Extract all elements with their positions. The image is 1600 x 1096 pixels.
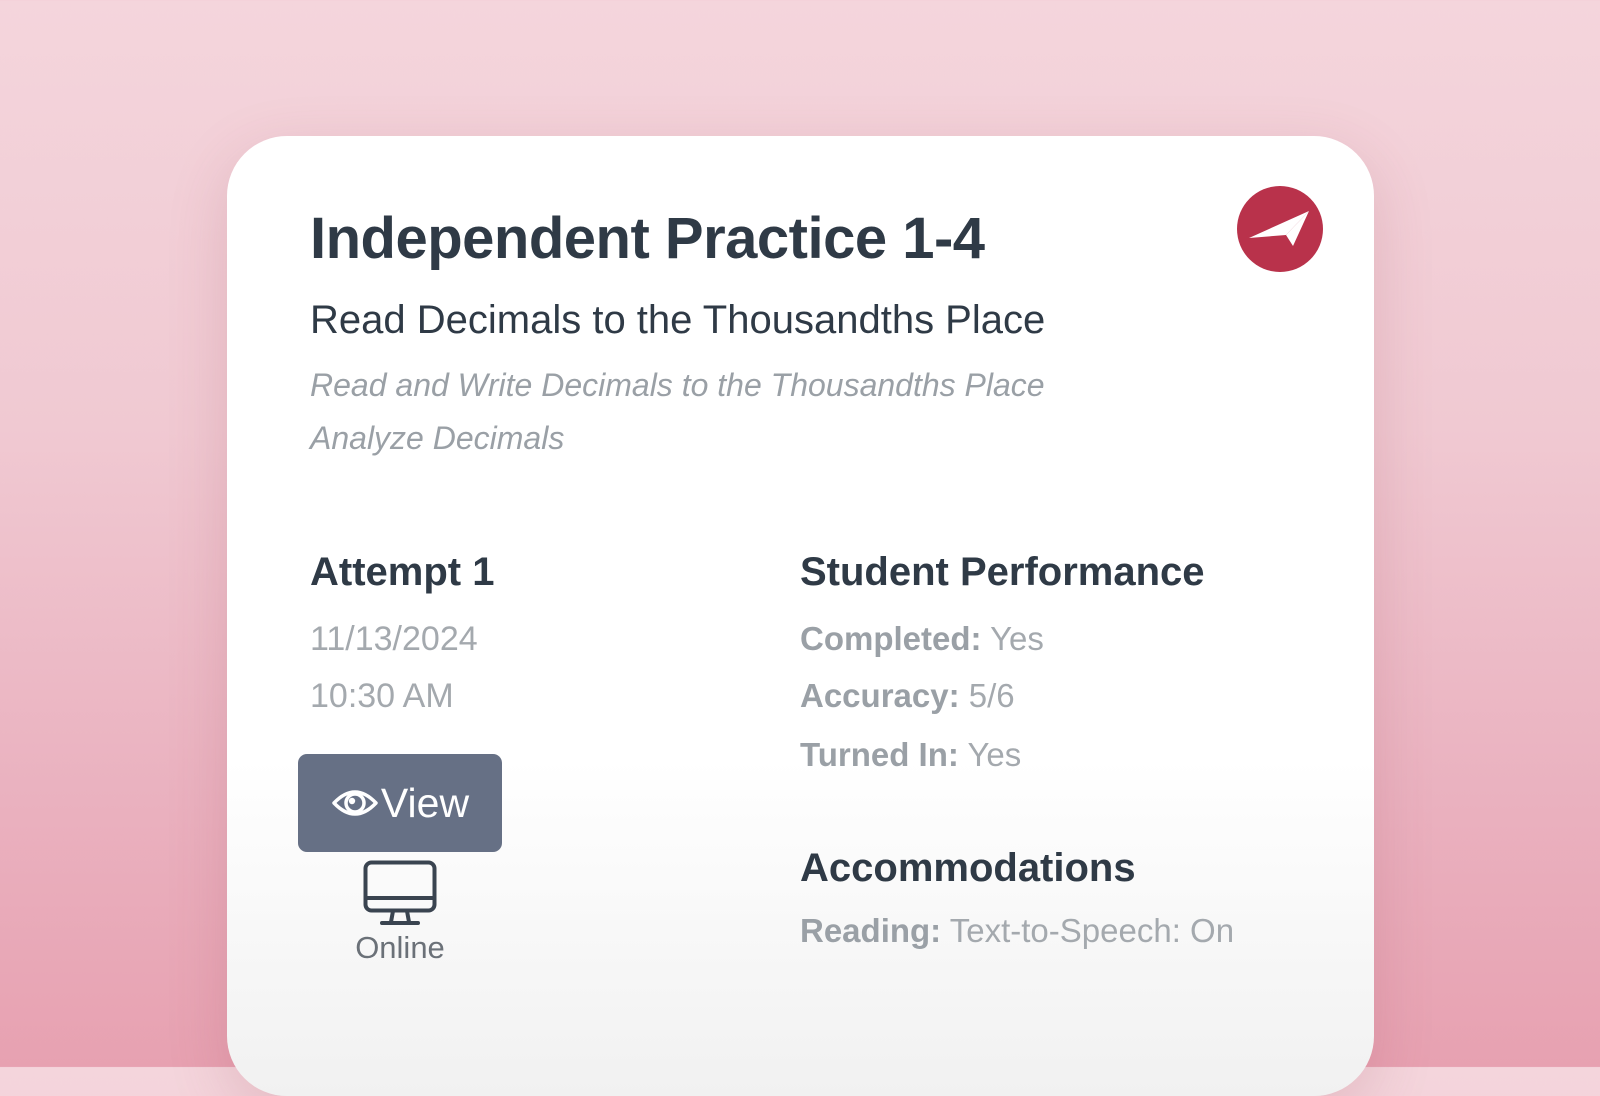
- performance-heading: Student Performance: [800, 550, 1205, 594]
- stat-label: Reading:: [800, 912, 942, 949]
- standard-item: Analyze Decimals: [310, 420, 565, 456]
- attempt-heading: Attempt 1: [310, 550, 495, 594]
- stat-value: Yes: [990, 620, 1044, 657]
- stat-value: 5/6: [968, 677, 1015, 714]
- assignment-title: Independent Practice 1-4: [310, 206, 985, 271]
- paper-plane-icon: [1237, 186, 1323, 272]
- mode-label: Online: [355, 930, 445, 965]
- stat-label: Accuracy:: [800, 677, 960, 714]
- reading-accommodation: Reading: Text-to-Speech: On: [800, 912, 1234, 950]
- stat-value: Text-to-Speech: On: [949, 912, 1235, 949]
- turned-in-stat: Turned In: Yes: [800, 736, 1021, 774]
- view-button-label: View: [380, 779, 470, 826]
- attempt-time: 10:30 AM: [310, 677, 454, 715]
- standard-item: Read and Write Decimals to the Thousandt…: [310, 367, 1045, 403]
- stat-label: Turned In:: [800, 736, 959, 773]
- attempt-date: 11/13/2024: [310, 620, 478, 658]
- monitor-icon: [363, 860, 437, 928]
- accuracy-stat: Accuracy: 5/6: [800, 677, 1015, 715]
- lesson-title: Read Decimals to the Thousandths Place: [310, 298, 1046, 342]
- view-button[interactable]: View: [298, 754, 502, 852]
- eye-icon: [331, 783, 379, 823]
- stat-label: Completed:: [800, 620, 982, 657]
- stat-value: Yes: [967, 736, 1022, 773]
- accommodations-heading: Accommodations: [800, 846, 1136, 890]
- completed-stat: Completed: Yes: [800, 620, 1044, 658]
